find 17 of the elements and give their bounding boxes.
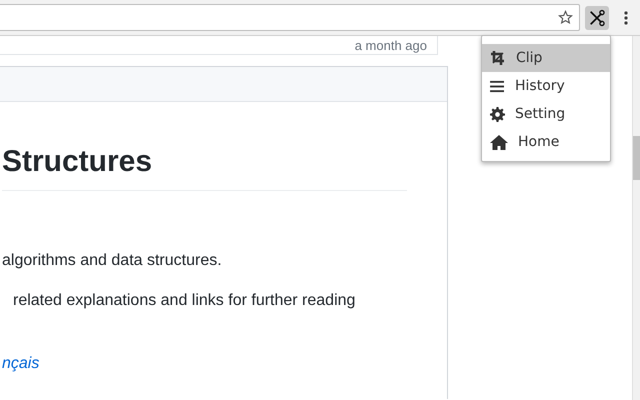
heading: Structures [2,144,407,191]
settings-icon [490,106,505,122]
menu-item[interactable]: History [482,72,610,100]
paragraph: algorithms and data structures. [2,251,223,271]
menu-icon[interactable] [624,10,628,24]
crop-icon [490,50,506,66]
home-icon [490,134,508,150]
paragraph: related explanations and links for further reading [12,291,356,311]
menu-item[interactable]: Clip [482,44,610,72]
timestamp: a month ago [354,38,427,52]
list-icon [490,80,505,92]
scrollbar-thumb[interactable] [633,136,640,180]
scissors-button[interactable] [585,6,609,30]
language-link[interactable]: nçais [2,355,407,373]
menu-item[interactable]: Setting [482,100,610,128]
menu-item[interactable]: Home [482,128,610,156]
star-icon[interactable] [558,10,573,25]
